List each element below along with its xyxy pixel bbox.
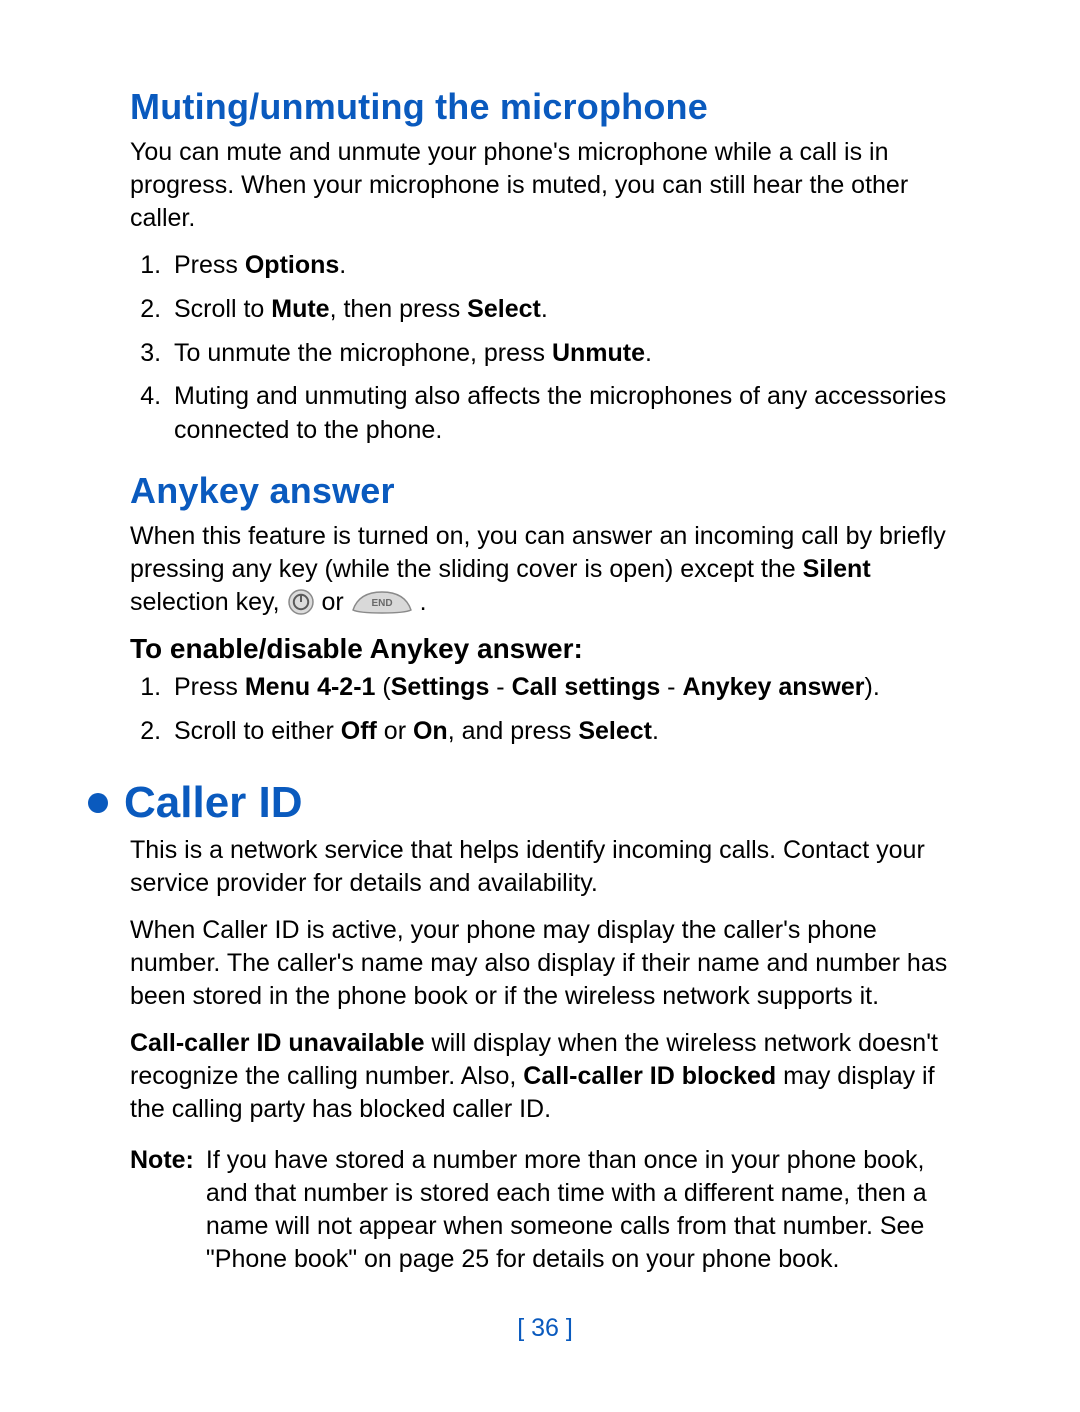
bold: Options xyxy=(245,251,339,279)
bold: Off xyxy=(341,717,377,745)
page-number: [ 36 ] xyxy=(130,1314,960,1343)
manual-page: Muting/unmuting the microphone You can m… xyxy=(0,0,1080,1383)
note-text: If you have stored a number more than on… xyxy=(206,1144,960,1276)
text: . xyxy=(339,251,346,279)
bullet-icon xyxy=(88,793,108,813)
note-label: Note: xyxy=(130,1144,194,1276)
bold: Unmute xyxy=(552,339,645,367)
muting-step-2: Scroll to Mute, then press Select. xyxy=(168,293,960,327)
bold: Select xyxy=(578,717,652,745)
bold: Menu 4-2-1 xyxy=(245,673,376,701)
callerid-p1: This is a network service that helps ide… xyxy=(130,834,960,900)
text: - xyxy=(660,673,682,701)
muting-intro: You can mute and unmute your phone's mic… xyxy=(130,136,960,235)
bold: Select xyxy=(467,295,541,323)
bold: Anykey answer xyxy=(682,673,864,701)
callerid-p2: When Caller ID is active, your phone may… xyxy=(130,914,960,1013)
text: To unmute the microphone, press xyxy=(174,339,552,367)
bold: Mute xyxy=(271,295,329,323)
bold: Settings xyxy=(391,673,490,701)
bold: Call settings xyxy=(512,673,661,701)
muting-step-1: Press Options. xyxy=(168,249,960,283)
anykey-intro: When this feature is turned on, you can … xyxy=(130,520,960,619)
bold: Call-caller ID unavailable xyxy=(130,1029,425,1057)
text: Press xyxy=(174,673,245,701)
anykey-step-1: Press Menu 4-2-1 (Settings - Call settin… xyxy=(168,671,960,705)
anykey-steps: Press Menu 4-2-1 (Settings - Call settin… xyxy=(130,671,960,749)
bold: Silent xyxy=(803,555,871,583)
text: . xyxy=(652,717,659,745)
muting-step-3: To unmute the microphone, press Unmute. xyxy=(168,337,960,371)
text: Press xyxy=(174,251,245,279)
end-key-icon: END xyxy=(351,588,413,616)
muting-steps: Press Options. Scroll to Mute, then pres… xyxy=(130,249,960,448)
text: , and press xyxy=(448,717,579,745)
text: Scroll to xyxy=(174,295,271,323)
text: . xyxy=(541,295,548,323)
text: or xyxy=(322,588,351,616)
text: . xyxy=(420,588,427,616)
heading-muting: Muting/unmuting the microphone xyxy=(130,86,960,128)
text: Scroll to either xyxy=(174,717,341,745)
bold: Call-caller ID blocked xyxy=(523,1062,776,1090)
anykey-step-2: Scroll to either Off or On, and press Se… xyxy=(168,715,960,749)
callerid-p3: Call-caller ID unavailable will display … xyxy=(130,1027,960,1126)
text: . xyxy=(645,339,652,367)
power-icon xyxy=(287,588,315,616)
note-block: Note: If you have stored a number more t… xyxy=(130,1144,960,1276)
svg-text:END: END xyxy=(371,598,392,609)
text: - xyxy=(489,673,511,701)
text: ( xyxy=(375,673,390,701)
text: , then press xyxy=(330,295,468,323)
text: ). xyxy=(865,673,880,701)
bold: On xyxy=(413,717,448,745)
heading-anykey: Anykey answer xyxy=(130,470,960,512)
text: selection key, xyxy=(130,588,287,616)
subheading-anykey-enable: To enable/disable Anykey answer: xyxy=(130,633,960,665)
section-caller-id: Caller ID xyxy=(88,778,918,828)
muting-step-4: Muting and unmuting also affects the mic… xyxy=(168,380,960,448)
section-title-text: Caller ID xyxy=(124,778,303,828)
text: or xyxy=(377,717,413,745)
